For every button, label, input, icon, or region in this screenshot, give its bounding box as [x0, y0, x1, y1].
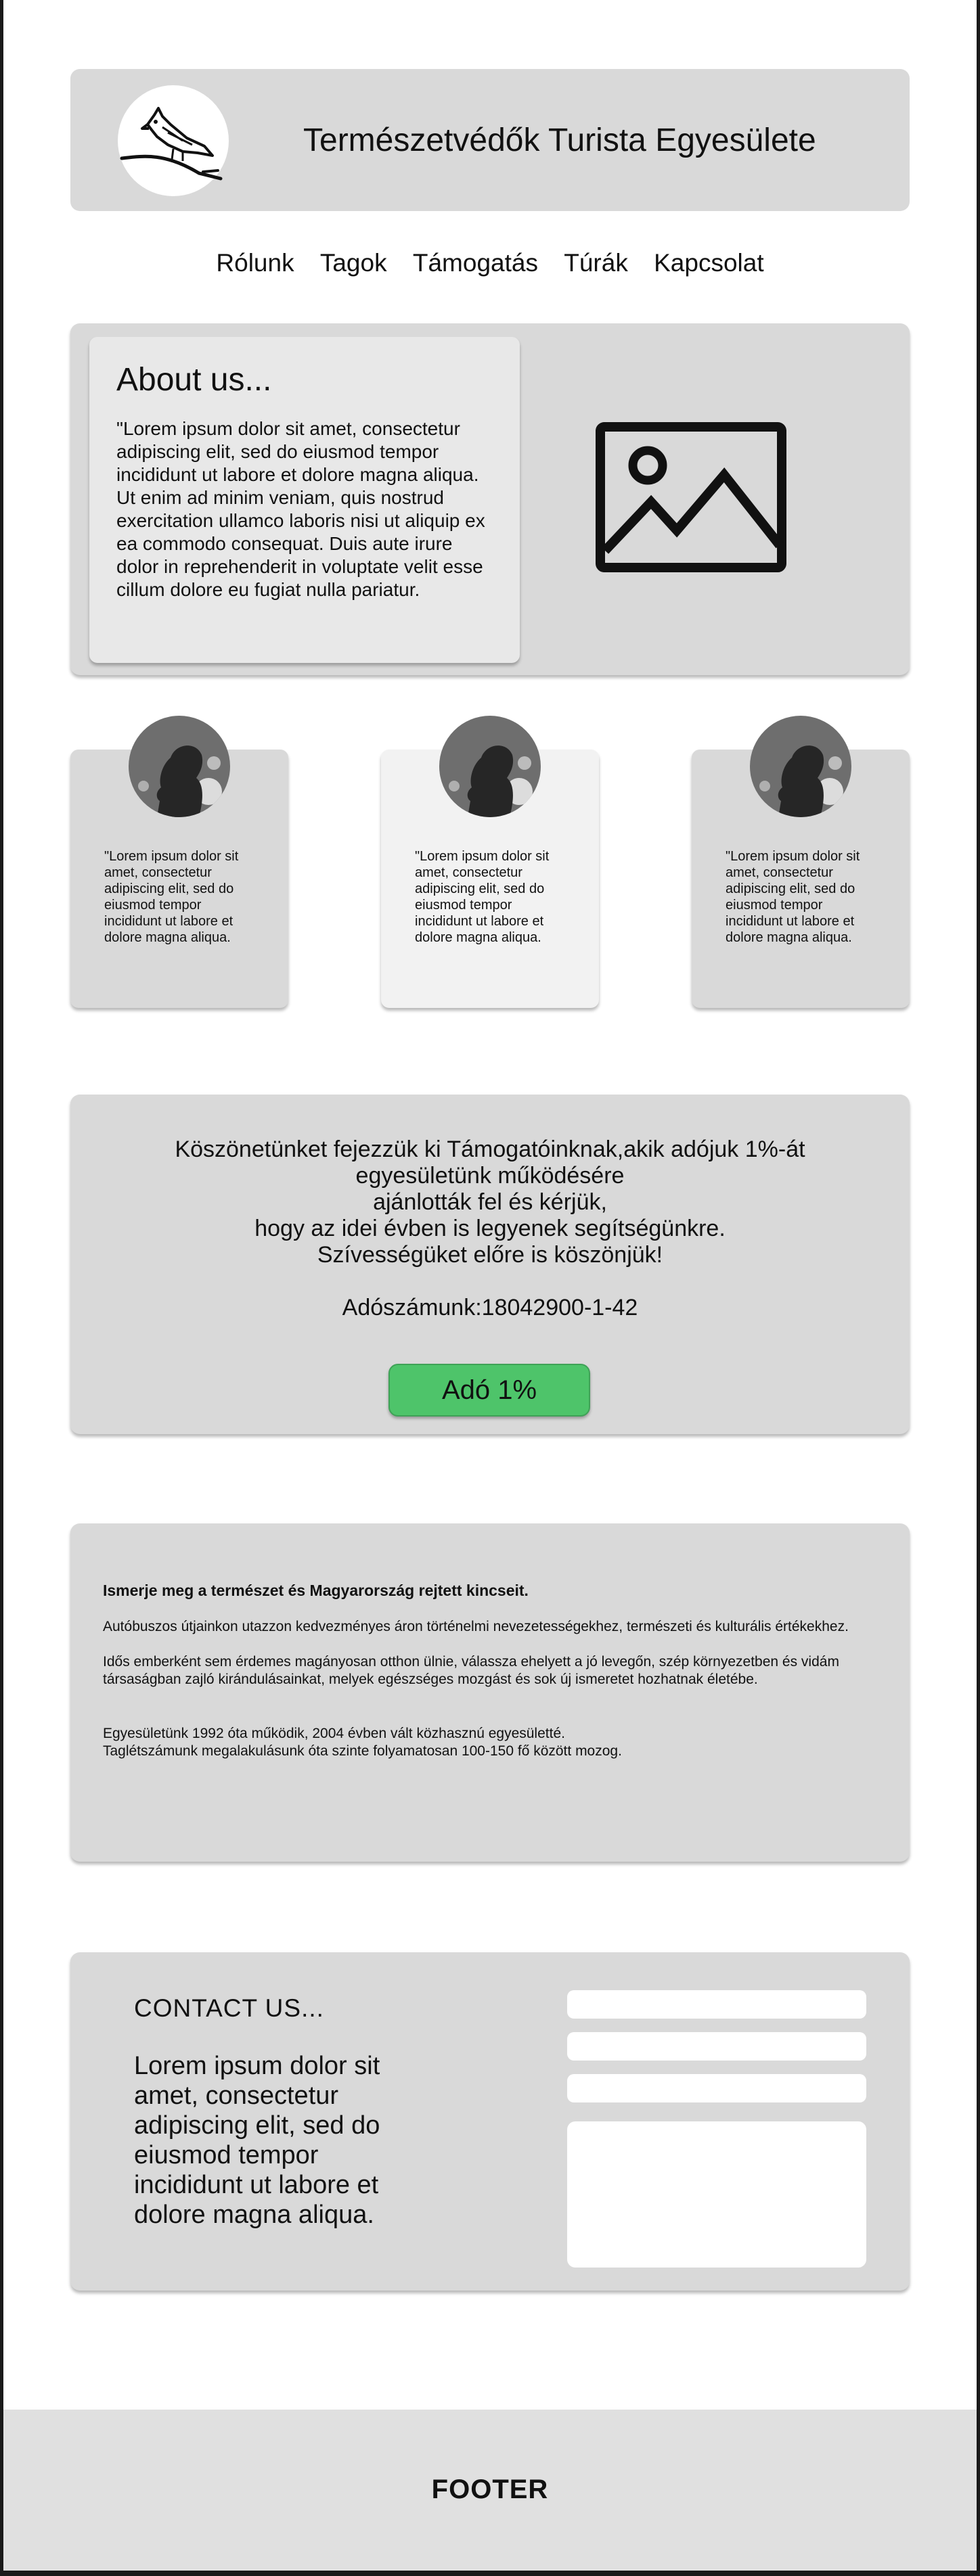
- support-line: egyesületünk működésére: [355, 1163, 625, 1189]
- contact-text: Lorem ipsum dolor sit amet, consectetur …: [134, 2052, 380, 2229]
- nav-item-tamogatas[interactable]: Támogatás: [413, 249, 538, 277]
- contact-title: CONTACT US...: [134, 1994, 324, 2022]
- info-content: Ismerje meg a természet és Magyarország …: [103, 1582, 888, 1760]
- image-placeholder-icon: [596, 422, 786, 572]
- bird-on-branch-icon: [120, 107, 223, 181]
- site-title: Természetvédők Turista Egyesülete: [303, 122, 816, 158]
- tax-donation-button[interactable]: Adó 1%: [388, 1364, 590, 1417]
- about-section: About us... "Lorem ipsum dolor sit amet,…: [70, 323, 910, 675]
- info-paragraph: Idős emberként sem érdemes magányosan ot…: [103, 1654, 839, 1670]
- info-paragraph: Egyesületünk 1992 óta működik, 2004 évbe…: [103, 1726, 565, 1741]
- info-heading: Ismerje meg a természet és Magyarország …: [103, 1582, 529, 1599]
- support-line: Szívességüket előre is köszönjük!: [317, 1242, 663, 1268]
- about-title: About us...: [116, 362, 272, 398]
- member-text: "Lorem ipsum dolor sit amet, consectetur…: [104, 849, 239, 945]
- logo[interactable]: [118, 85, 229, 196]
- nav-item-rolunk[interactable]: Rólunk: [216, 249, 294, 277]
- contact-section: CONTACT US... Lorem ipsum dolor sit amet…: [70, 1952, 910, 2291]
- contact-email-field[interactable]: [567, 2032, 866, 2061]
- about-card: About us... "Lorem ipsum dolor sit amet,…: [89, 337, 520, 663]
- tax-number: Adószámunk:18042900-1-42: [342, 1295, 638, 1320]
- support-message: Köszönetünket fejezzük ki Támogatóinknak…: [70, 1136, 910, 1268]
- contact-subject-field[interactable]: [567, 2074, 866, 2102]
- about-text: "Lorem ipsum dolor sit amet, consectetur…: [116, 418, 485, 600]
- info-paragraph: társaságban zajló kirándulásainkat, mely…: [103, 1672, 758, 1687]
- footer-text: FOOTER: [431, 2475, 549, 2504]
- info-paragraph: Taglétszámunk megalakulásunk óta szinte …: [103, 1743, 622, 1759]
- member-text: "Lorem ipsum dolor sit amet, consectetur…: [415, 849, 550, 945]
- footer: FOOTER: [0, 2410, 980, 2576]
- avatar: [439, 716, 541, 817]
- nav-item-turak[interactable]: Túrák: [564, 249, 628, 277]
- support-line: Köszönetünket fejezzük ki Támogatóinknak…: [175, 1136, 805, 1162]
- main-nav: Rólunk Tagok Támogatás Túrák Kapcsolat: [0, 249, 980, 277]
- avatar: [750, 716, 851, 817]
- member-text: "Lorem ipsum dolor sit amet, consectetur…: [726, 849, 860, 945]
- info-paragraph: Autóbuszos útjainkon utazzon kedvezménye…: [103, 1619, 849, 1634]
- support-line: hogy az idei évben is legyenek segítségü…: [254, 1216, 726, 1241]
- support-line: ajánlották fel és kérjük,: [373, 1189, 607, 1215]
- contact-name-field[interactable]: [567, 1990, 866, 2019]
- contact-message-field[interactable]: [567, 2121, 866, 2268]
- nav-item-tagok[interactable]: Tagok: [320, 249, 387, 277]
- info-section: Ismerje meg a természet és Magyarország …: [70, 1523, 910, 1862]
- header-banner: Természetvédők Turista Egyesülete: [70, 69, 910, 211]
- support-section: Köszönetünket fejezzük ki Támogatóinknak…: [70, 1095, 910, 1434]
- nav-item-kapcsolat[interactable]: Kapcsolat: [654, 249, 764, 277]
- avatar: [129, 716, 230, 817]
